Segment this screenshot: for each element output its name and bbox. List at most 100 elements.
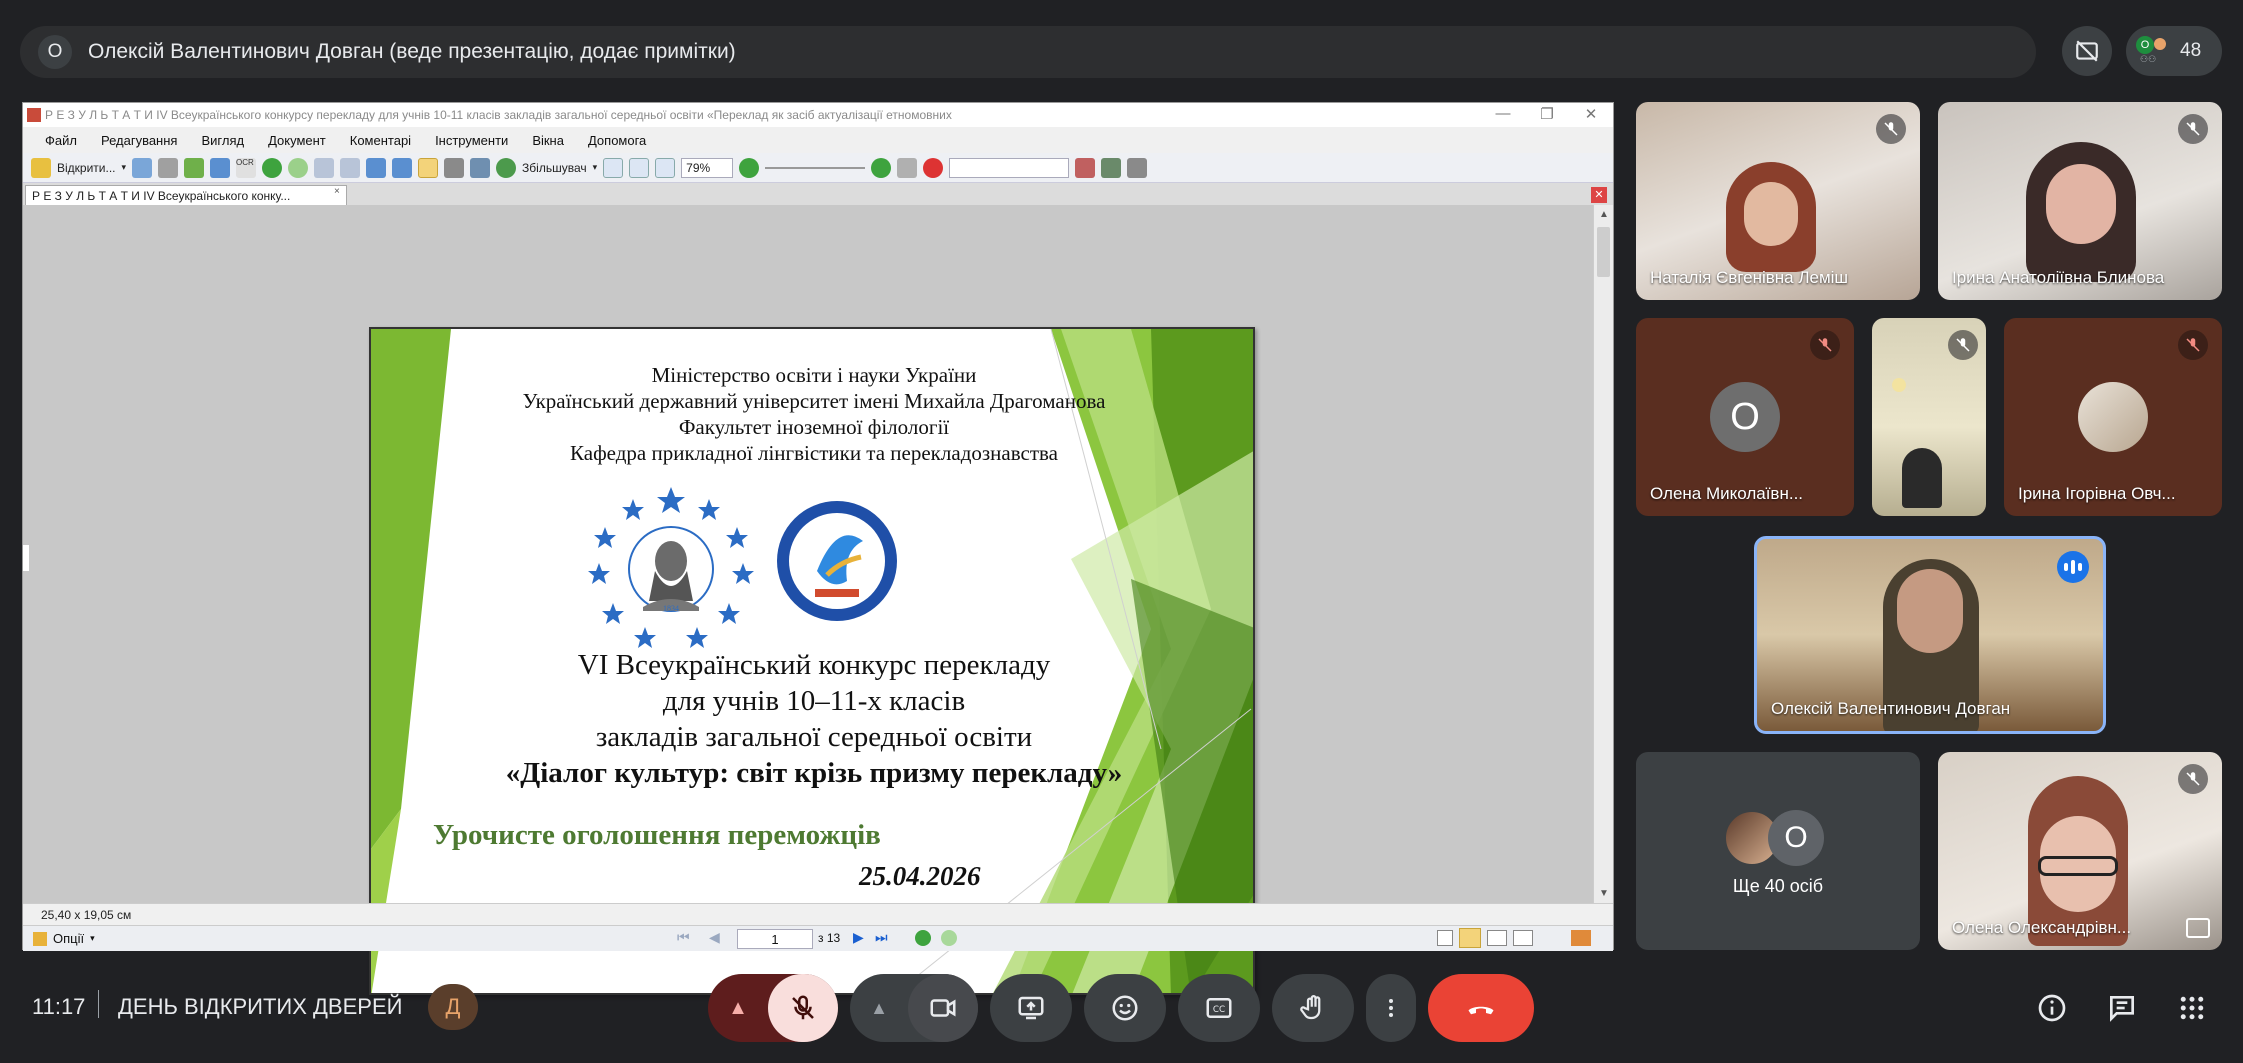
redo-icon[interactable] bbox=[340, 157, 361, 178]
speaking-indicator-icon bbox=[2057, 551, 2089, 583]
actual-size-icon[interactable] bbox=[603, 157, 624, 178]
open-dropdown-icon[interactable]: ▾ bbox=[122, 162, 127, 173]
camera-options-chevron-icon[interactable]: ▲ bbox=[850, 974, 908, 1042]
reactions-button[interactable] bbox=[1084, 974, 1166, 1042]
menu-windows[interactable]: Вікна bbox=[532, 133, 564, 148]
present-screen-button[interactable] bbox=[990, 974, 1072, 1042]
participant-tile[interactable]: О Олена Миколаївн... bbox=[1636, 318, 1854, 516]
apps-grid-icon bbox=[2180, 996, 2204, 1020]
zoom-level-field[interactable]: 79% bbox=[681, 157, 734, 178]
find-icon[interactable] bbox=[210, 157, 231, 178]
save-icon[interactable] bbox=[132, 157, 153, 178]
fit-page-icon[interactable] bbox=[629, 157, 650, 178]
participant-tile[interactable]: Ірина Ігорівна Овч... bbox=[2004, 318, 2222, 516]
scrollbar-thumb[interactable] bbox=[1597, 227, 1610, 277]
close-window-button[interactable]: ✕ bbox=[1571, 105, 1611, 123]
participant-tile[interactable]: Наталія Євгенівна Леміш bbox=[1636, 102, 1920, 300]
active-speaker-tile[interactable]: Олексій Валентинович Довган bbox=[1754, 536, 2106, 734]
participant-tile[interactable] bbox=[1872, 318, 1986, 516]
continuous-facing-icon[interactable] bbox=[1513, 930, 1533, 946]
link-icon[interactable] bbox=[897, 157, 918, 178]
more-participants-tile[interactable]: О Ще 40 осіб bbox=[1636, 752, 1920, 950]
scroll-down-icon[interactable]: ▼ bbox=[1599, 888, 1609, 899]
select-tool-icon[interactable] bbox=[470, 157, 491, 178]
participant-tile[interactable]: Ірина Анатоліївна Блинова bbox=[1938, 102, 2222, 300]
first-page-icon[interactable]: ⏮ bbox=[677, 929, 690, 946]
camera-button[interactable] bbox=[908, 974, 978, 1042]
more-options-button[interactable] bbox=[1366, 974, 1416, 1042]
menu-tools[interactable]: Інструменти bbox=[435, 133, 508, 148]
zoom-in-icon[interactable] bbox=[871, 157, 892, 178]
participant-tile[interactable]: Олена Олександрівн... bbox=[1938, 752, 2222, 950]
history-forward-icon[interactable] bbox=[941, 930, 957, 946]
participants-button[interactable]: О ⚇⚇ 48 bbox=[2126, 26, 2222, 76]
search-field[interactable] bbox=[949, 157, 1070, 178]
history-back-icon[interactable] bbox=[915, 930, 931, 946]
tab-close-icon[interactable]: × bbox=[334, 186, 340, 197]
fit-width-icon[interactable] bbox=[655, 157, 676, 178]
raise-hand-button[interactable] bbox=[1272, 974, 1354, 1042]
restore-button[interactable]: ❐ bbox=[1527, 105, 1567, 123]
prev-page-icon[interactable]: ◀ bbox=[709, 929, 720, 946]
menu-file[interactable]: Файл bbox=[45, 133, 77, 148]
meeting-details-button[interactable] bbox=[2028, 984, 2076, 1032]
last-page-icon[interactable]: ⏭ bbox=[875, 929, 888, 946]
ocr-icon[interactable]: OCR bbox=[236, 157, 257, 178]
document-tab[interactable]: Р Е З У Л Ь Т А Т И IV Всеукраїнського к… bbox=[25, 185, 347, 205]
activities-button[interactable] bbox=[2168, 984, 2216, 1032]
menu-document[interactable]: Документ bbox=[268, 133, 326, 148]
back-icon[interactable] bbox=[262, 157, 283, 178]
participant-name: Олена Олександрівн... bbox=[1952, 918, 2132, 937]
mic-off-icon bbox=[1948, 330, 1978, 360]
presenter-avatar: О bbox=[38, 35, 72, 69]
mic-options-chevron-icon[interactable]: ▲ bbox=[708, 974, 768, 1042]
continuous-view-icon[interactable] bbox=[1459, 928, 1481, 948]
options-button[interactable]: Опції bbox=[53, 931, 84, 946]
snapshot-icon[interactable] bbox=[444, 157, 465, 178]
options-dropdown-icon[interactable]: ▾ bbox=[90, 933, 95, 944]
open-button[interactable]: Відкрити... bbox=[57, 161, 116, 175]
scan-icon[interactable] bbox=[184, 157, 205, 178]
menu-comments[interactable]: Коментарі bbox=[350, 133, 411, 148]
minimize-button[interactable]: — bbox=[1483, 105, 1523, 122]
menu-edit[interactable]: Редагування bbox=[101, 133, 178, 148]
rotate-right-icon[interactable] bbox=[392, 157, 413, 178]
zoom-tool-button[interactable]: Збільшувач bbox=[522, 161, 587, 175]
next-page-icon[interactable]: ▶ bbox=[853, 929, 864, 946]
no-self-view-icon bbox=[2076, 40, 2098, 62]
undo-icon[interactable] bbox=[314, 157, 335, 178]
facing-view-icon[interactable] bbox=[1487, 930, 1507, 946]
scroll-up-icon[interactable]: ▲ bbox=[1599, 209, 1609, 220]
hide-self-view-button[interactable] bbox=[2062, 26, 2112, 76]
picture-in-picture-icon[interactable] bbox=[2186, 918, 2210, 938]
single-page-view-icon[interactable] bbox=[1437, 930, 1453, 946]
mic-off-icon bbox=[1810, 330, 1840, 360]
document-tab-label: Р Е З У Л Ь Т А Т И IV Всеукраїнського к… bbox=[32, 189, 291, 203]
clock: 11:17 bbox=[32, 994, 86, 1019]
search-options-icon[interactable] bbox=[1075, 157, 1096, 178]
microphone-button[interactable] bbox=[768, 974, 838, 1042]
print-icon[interactable] bbox=[158, 157, 179, 178]
captions-button[interactable]: CC bbox=[1178, 974, 1260, 1042]
hand-tool-icon[interactable] bbox=[418, 157, 439, 178]
document-viewport[interactable]: 1834 Міністерство освіти і науки України… bbox=[23, 205, 1595, 995]
forward-icon[interactable] bbox=[288, 157, 309, 178]
highlight-tool-icon[interactable] bbox=[1571, 930, 1591, 946]
leave-call-button[interactable] bbox=[1428, 974, 1534, 1042]
menu-help[interactable]: Допомога bbox=[588, 133, 646, 148]
annotation-icon[interactable] bbox=[923, 157, 944, 178]
zoom-tool-dropdown-icon[interactable]: ▾ bbox=[593, 162, 598, 173]
zoom-slider[interactable] bbox=[765, 166, 866, 169]
zoom-out-icon[interactable] bbox=[739, 157, 760, 178]
menu-view[interactable]: Вигляд bbox=[201, 133, 244, 148]
close-document-icon[interactable]: ✕ bbox=[1591, 187, 1607, 203]
slide-title-line-3: закладів загальної середньої освіти bbox=[595, 721, 1033, 753]
vertical-scrollbar[interactable]: ▲ ▼ bbox=[1593, 205, 1613, 903]
rotate-left-icon[interactable] bbox=[366, 157, 387, 178]
side-panel-handle[interactable] bbox=[23, 545, 29, 571]
host-controls-button[interactable]: Д bbox=[428, 984, 478, 1030]
settings-icon[interactable] bbox=[1127, 157, 1148, 178]
chat-button[interactable] bbox=[2098, 984, 2146, 1032]
search-next-icon[interactable] bbox=[1101, 157, 1122, 178]
page-number-field[interactable]: 1 bbox=[737, 929, 813, 949]
